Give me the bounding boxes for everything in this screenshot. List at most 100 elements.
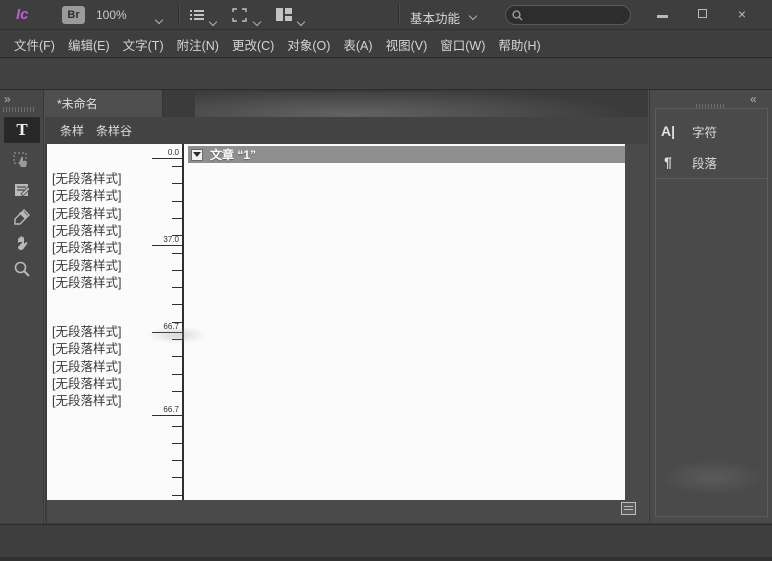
close-button[interactable]: × xyxy=(729,4,755,24)
maximize-icon xyxy=(698,9,707,18)
paragraph-style-row[interactable]: [无段落样式] xyxy=(52,356,121,375)
paragraph-style-row[interactable]: [无段落样式] xyxy=(52,338,121,357)
search-input[interactable] xyxy=(527,9,619,21)
menu-item-window[interactable]: 窗口(W) xyxy=(440,35,485,54)
title-bar: Ic Br 100% 基本功能 × xyxy=(0,0,772,30)
expand-dock-button[interactable]: « xyxy=(750,94,757,104)
ruler-tick xyxy=(172,201,184,202)
arrange-documents-icon xyxy=(276,8,292,21)
menu-item-view[interactable]: 视图(V) xyxy=(386,35,428,54)
menu-bar: 文件(F) 编辑(E) 文字(T) 附注(N) 更改(C) 对象(O) 表(A) 视图(V) 窗… xyxy=(0,31,772,58)
view-options-button[interactable] xyxy=(190,9,205,21)
eyedropper-tool[interactable] xyxy=(4,204,40,230)
dock-item-label: 段落 xyxy=(692,153,717,172)
ruler-depth-label: 66.7 xyxy=(149,322,179,331)
expand-tools-button[interactable]: » xyxy=(4,94,11,104)
minimize-icon xyxy=(657,15,668,18)
menu-item-object[interactable]: 对象(O) xyxy=(287,35,330,54)
screen-mode-icon xyxy=(232,8,247,22)
menu-item-type[interactable]: 文字(T) xyxy=(123,35,164,54)
paragraph-style-row[interactable]: [无段落样式] xyxy=(52,185,121,204)
ruler-depth-label: 0.0 xyxy=(149,148,179,157)
arrange-documents-button[interactable] xyxy=(276,8,292,21)
ruler-tick xyxy=(172,495,184,496)
bridge-button[interactable]: Br xyxy=(62,6,85,24)
workspace-switcher-label: 基本功能 xyxy=(410,8,460,27)
paragraph-style-row[interactable]: [无段落样式] xyxy=(52,373,121,392)
galley-area[interactable]: [无段落样式][无段落样式][无段落样式][无段落样式][无段落样式][无段落样… xyxy=(47,144,625,500)
ruler-depth-label: 37.0 xyxy=(149,235,179,244)
story-header[interactable]: 文章 “1” xyxy=(188,146,625,163)
zoom-tool-icon xyxy=(14,261,30,277)
panel-drag-handle[interactable] xyxy=(3,107,35,112)
menu-item-notes[interactable]: 附注(N) xyxy=(177,35,219,54)
divider xyxy=(178,4,179,26)
status-bar: Adobe 宋体 Std 12 点 单倍间距 1 2 ≡ F:66H:16T:8… xyxy=(0,524,772,557)
ruler-tick xyxy=(172,287,184,288)
ruler-tick xyxy=(172,374,184,375)
ruler-tick xyxy=(172,322,184,323)
tools-panel: » T xyxy=(0,90,44,523)
position-tool-icon xyxy=(13,152,31,168)
dock-item-paragraph[interactable]: ¶段落 xyxy=(658,149,764,175)
minimize-button[interactable] xyxy=(649,4,675,24)
ruler-tick xyxy=(172,270,184,271)
view-options-icon xyxy=(190,9,205,21)
search-icon xyxy=(512,10,523,21)
workspace-switcher[interactable]: 基本功能 xyxy=(410,8,476,27)
paragraph-style-row[interactable]: [无段落样式] xyxy=(52,168,121,187)
triangle-down-icon xyxy=(193,152,201,157)
ruler-label-line xyxy=(152,245,184,246)
story-collapse-button[interactable] xyxy=(191,149,203,161)
zoom-tool[interactable] xyxy=(4,256,40,282)
menu-item-help[interactable]: 帮助(H) xyxy=(498,35,540,54)
paragraph-style-row[interactable]: [无段落样式] xyxy=(52,220,121,239)
paragraph-style-row[interactable]: [无段落样式] xyxy=(52,272,121,291)
ruler-label-line xyxy=(152,332,184,333)
chevron-down-icon xyxy=(469,12,477,20)
search-box[interactable] xyxy=(505,5,631,25)
view-options-dropdown[interactable] xyxy=(210,12,216,30)
menu-item-edit[interactable]: 编辑(E) xyxy=(68,35,110,54)
note-tool[interactable] xyxy=(4,177,40,203)
document-bottom-strip xyxy=(47,500,625,523)
character-icon: A| xyxy=(658,123,678,139)
menu-item-file[interactable]: 文件(F) xyxy=(14,35,55,54)
overset-indicator-icon[interactable] xyxy=(621,502,636,515)
ruler-label-line xyxy=(152,415,184,416)
paragraph-style-row[interactable]: [无段落样式] xyxy=(52,321,121,340)
position-tool[interactable] xyxy=(4,147,40,173)
dock-item-label: 字符 xyxy=(692,122,717,141)
note-tool-icon xyxy=(14,182,31,198)
type-tool[interactable]: T xyxy=(4,117,40,143)
right-panel-dock: « A| 字符 ¶段落 xyxy=(649,90,772,523)
ruler-tick xyxy=(172,166,184,167)
double-chevron-right-icon: » xyxy=(4,92,11,106)
eyedropper-icon xyxy=(14,209,30,225)
ruler-tick xyxy=(172,304,184,305)
zoom-level-dropdown[interactable] xyxy=(156,10,162,28)
view-tab-galley[interactable]: 条样 xyxy=(60,122,84,139)
menu-item-changes[interactable]: 更改(C) xyxy=(232,35,274,54)
paragraph-style-row[interactable]: [无段落样式] xyxy=(52,203,121,222)
screen-mode-button[interactable] xyxy=(232,8,247,22)
ruler-tick xyxy=(172,253,184,254)
type-tool-icon: T xyxy=(16,120,27,140)
ruler-tick xyxy=(172,391,184,392)
divider xyxy=(656,178,767,179)
paragraph-style-row[interactable]: [无段落样式] xyxy=(52,237,121,256)
paragraph-style-row[interactable]: [无段落样式] xyxy=(52,255,121,274)
close-icon: × xyxy=(738,6,746,22)
screen-mode-dropdown[interactable] xyxy=(254,12,260,30)
maximize-button[interactable] xyxy=(689,4,715,24)
vertical-scrollbar-track[interactable] xyxy=(625,144,648,523)
arrange-documents-dropdown[interactable] xyxy=(298,12,304,30)
dock-item-character[interactable]: A| 字符 xyxy=(658,118,764,144)
view-tab-story[interactable]: 条样谷 xyxy=(96,122,132,139)
zoom-level-value: 100% xyxy=(96,8,127,22)
menu-item-table[interactable]: 表(A) xyxy=(343,35,372,54)
ruler-tick xyxy=(172,183,184,184)
paragraph-style-row[interactable]: [无段落样式] xyxy=(52,390,121,409)
hand-tool[interactable] xyxy=(4,230,40,256)
document-tab[interactable]: *未命名 xyxy=(45,90,163,117)
